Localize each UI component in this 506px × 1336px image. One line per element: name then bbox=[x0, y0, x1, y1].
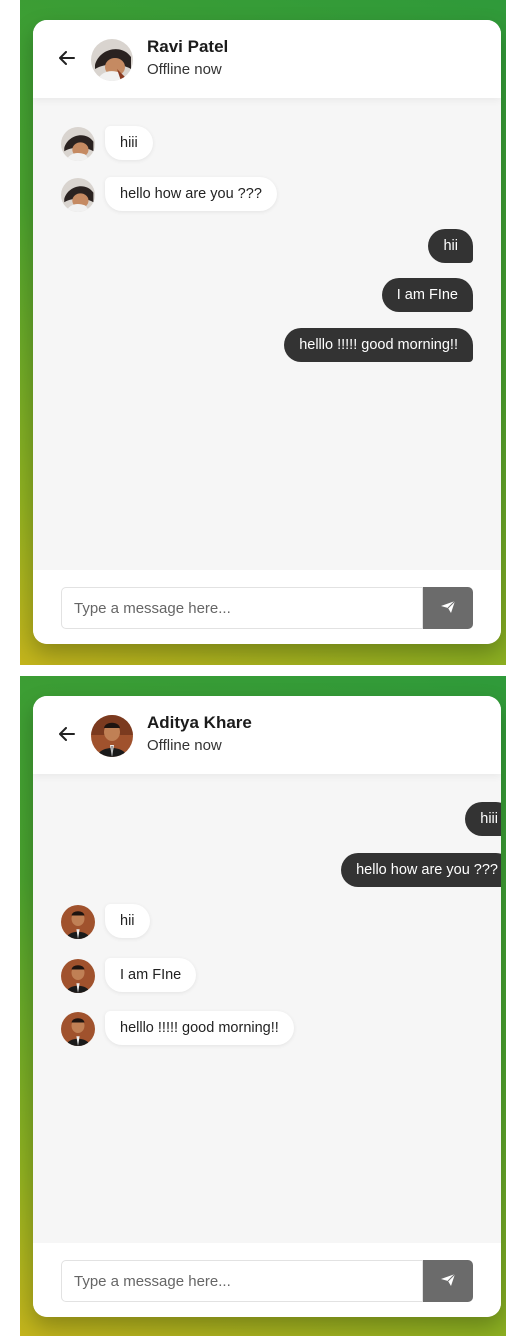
send-button[interactable] bbox=[423, 1260, 473, 1302]
message-incoming: I am FIne bbox=[105, 958, 197, 992]
message-composer bbox=[33, 1243, 501, 1317]
arrow-left-icon[interactable] bbox=[57, 46, 77, 70]
contact-name: Ravi Patel bbox=[147, 37, 229, 56]
message-outgoing: hii bbox=[428, 229, 473, 263]
avatar bbox=[61, 905, 95, 939]
message-input[interactable] bbox=[61, 1260, 423, 1302]
paper-plane-icon bbox=[440, 1272, 456, 1291]
chat-screen-aditya: Aditya Khare Offline now hiii hello how … bbox=[20, 676, 506, 1336]
contact-name: Aditya Khare bbox=[147, 713, 252, 732]
message-incoming: helllo !!!!! good morning!! bbox=[105, 1011, 294, 1045]
message-outgoing: helllo !!!!! good morning!! bbox=[284, 328, 473, 362]
contact-status: Offline now bbox=[147, 737, 222, 754]
message-composer bbox=[33, 570, 501, 644]
avatar bbox=[91, 39, 133, 81]
message-outgoing: I am FIne bbox=[381, 278, 473, 312]
contact-status: Offline now bbox=[147, 61, 222, 78]
arrow-left-icon[interactable] bbox=[57, 722, 77, 746]
avatar bbox=[61, 959, 95, 993]
chat-header: Aditya Khare Offline now bbox=[33, 696, 501, 774]
chat-screen-ravi: Ravi Patel Offline now hiii hello how ar… bbox=[20, 0, 506, 665]
message-input[interactable] bbox=[61, 587, 423, 629]
message-incoming: hello how are you ??? bbox=[105, 177, 277, 211]
chat-window: Aditya Khare Offline now hiii hello how … bbox=[33, 696, 501, 1317]
avatar bbox=[61, 178, 95, 212]
chat-header: Ravi Patel Offline now bbox=[33, 20, 501, 98]
message-incoming: hii bbox=[105, 904, 150, 938]
message-outgoing: hello how are you ??? bbox=[341, 853, 501, 887]
avatar bbox=[61, 127, 95, 161]
avatar bbox=[61, 1012, 95, 1046]
avatar bbox=[91, 715, 133, 757]
message-outgoing: hiii bbox=[465, 802, 501, 836]
paper-plane-icon bbox=[440, 599, 456, 618]
send-button[interactable] bbox=[423, 587, 473, 629]
chat-window: Ravi Patel Offline now hiii hello how ar… bbox=[33, 20, 501, 644]
message-incoming: hiii bbox=[105, 126, 153, 160]
